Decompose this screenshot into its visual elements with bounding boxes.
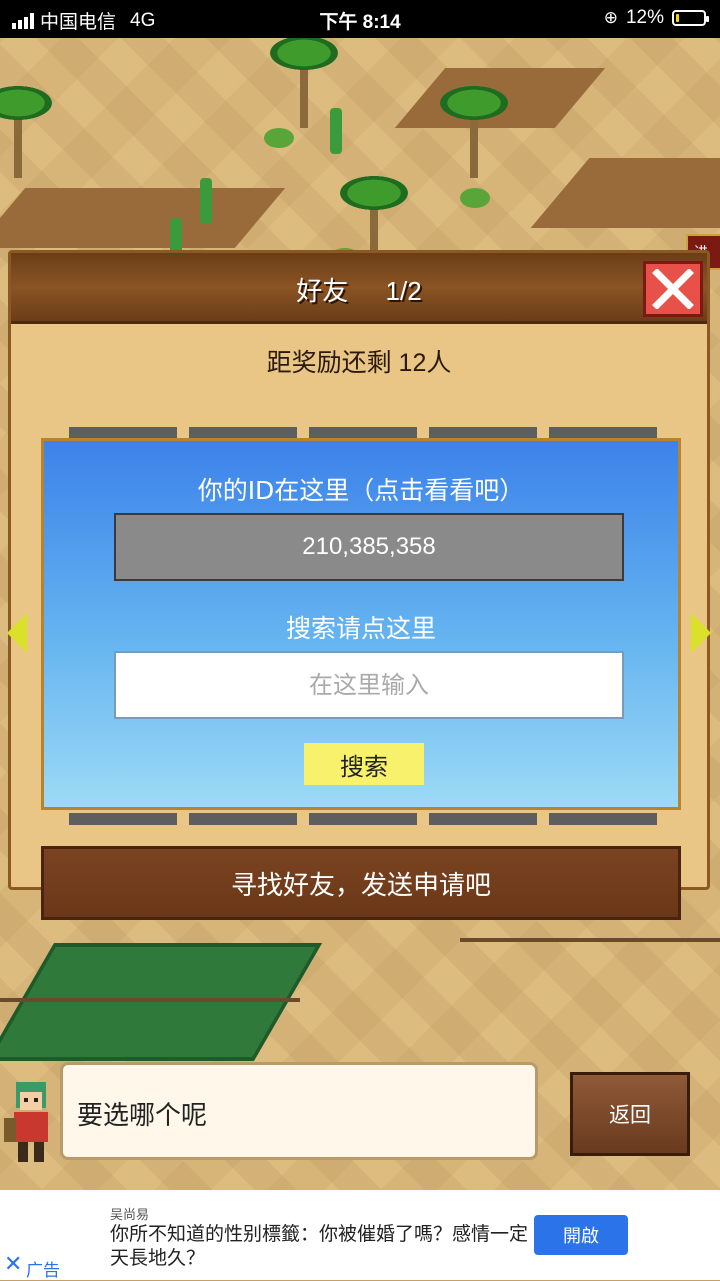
reward-remaining-text: 距奖励还剩 12人 (266, 349, 452, 377)
cactus (330, 108, 342, 154)
title-text: 好友 (296, 276, 349, 306)
friend-slot (189, 813, 297, 825)
friend-slot (429, 813, 537, 825)
dialog-text: 要选哪个呢 (77, 1101, 208, 1131)
cactus (200, 178, 212, 224)
ad-content[interactable]: 吴尚易 你所不知道的性别標籤：你被催婚了嗎？感情一定天長地久？ 開啟 (82, 1190, 638, 1280)
id-label: 你的ID在这里（点击看看吧） (197, 476, 525, 505)
friend-slot (549, 813, 657, 825)
search-input[interactable] (114, 651, 624, 719)
ad-banner[interactable]: 吴尚易 你所不知道的性别標籤：你被催婚了嗎？感情一定天長地久？ 開啟 ✕ 广告 (0, 1190, 720, 1281)
bush (460, 188, 490, 208)
friend-slots-bottom (69, 813, 657, 825)
page-indicator: 1/2 (385, 276, 422, 306)
battery-level (676, 14, 679, 22)
ad-label: 广告 (26, 1261, 60, 1281)
panel-title: 好友 1/2 (11, 271, 707, 308)
search-button[interactable]: 搜索 (304, 743, 424, 785)
friend-slot (69, 813, 177, 825)
search-label: 搜索请点这里 (285, 614, 436, 643)
friends-panel: 好友 1/2 距奖励还剩 12人 你的ID在这里（点击看看吧） 210,385,… (7, 250, 711, 920)
bush (264, 128, 294, 148)
palm-tree (0, 86, 52, 178)
player-id-field[interactable]: 210,385,358 (114, 513, 624, 581)
fence (0, 998, 300, 1002)
palm-tree (270, 38, 338, 128)
back-button[interactable]: 返回 (570, 1072, 690, 1156)
battery-icon (672, 10, 709, 26)
battery-percent: 12% (625, 7, 664, 28)
ad-text[interactable]: 你所不知道的性别標籤：你被催婚了嗎？感情一定天長地久？ (110, 1222, 530, 1270)
left-arrow-icon[interactable] (7, 613, 27, 653)
friend-slot (309, 813, 417, 825)
friend-search-box: 你的ID在这里（点击看看吧） 210,385,358 搜索请点这里 搜索 (41, 438, 681, 810)
ad-open-button[interactable]: 開啟 (534, 1215, 628, 1255)
status-right: ⊕ 12% (603, 7, 709, 29)
rotation-lock-icon: ⊕ (603, 8, 618, 27)
dirt-road (530, 158, 720, 228)
right-arrow-icon[interactable] (691, 613, 711, 653)
ad-close-icon[interactable]: ✕ (4, 1252, 22, 1277)
status-bar: 中国电信 4G 下午 8:14 ⊕ 12% (0, 0, 720, 38)
close-icon (652, 269, 694, 309)
character-avatar (4, 1082, 48, 1162)
dialog-bubble: 要选哪个呢 (60, 1062, 538, 1160)
ad-source: 吴尚易 (110, 1208, 150, 1223)
close-button[interactable] (643, 261, 703, 317)
panel-header: 好友 1/2 (11, 253, 707, 324)
dirt-road (0, 188, 286, 248)
grass-field (0, 943, 323, 1061)
find-friends-button[interactable]: 寻找好友，发送申请吧 (41, 846, 681, 920)
fence (460, 938, 720, 942)
palm-tree (440, 86, 508, 178)
